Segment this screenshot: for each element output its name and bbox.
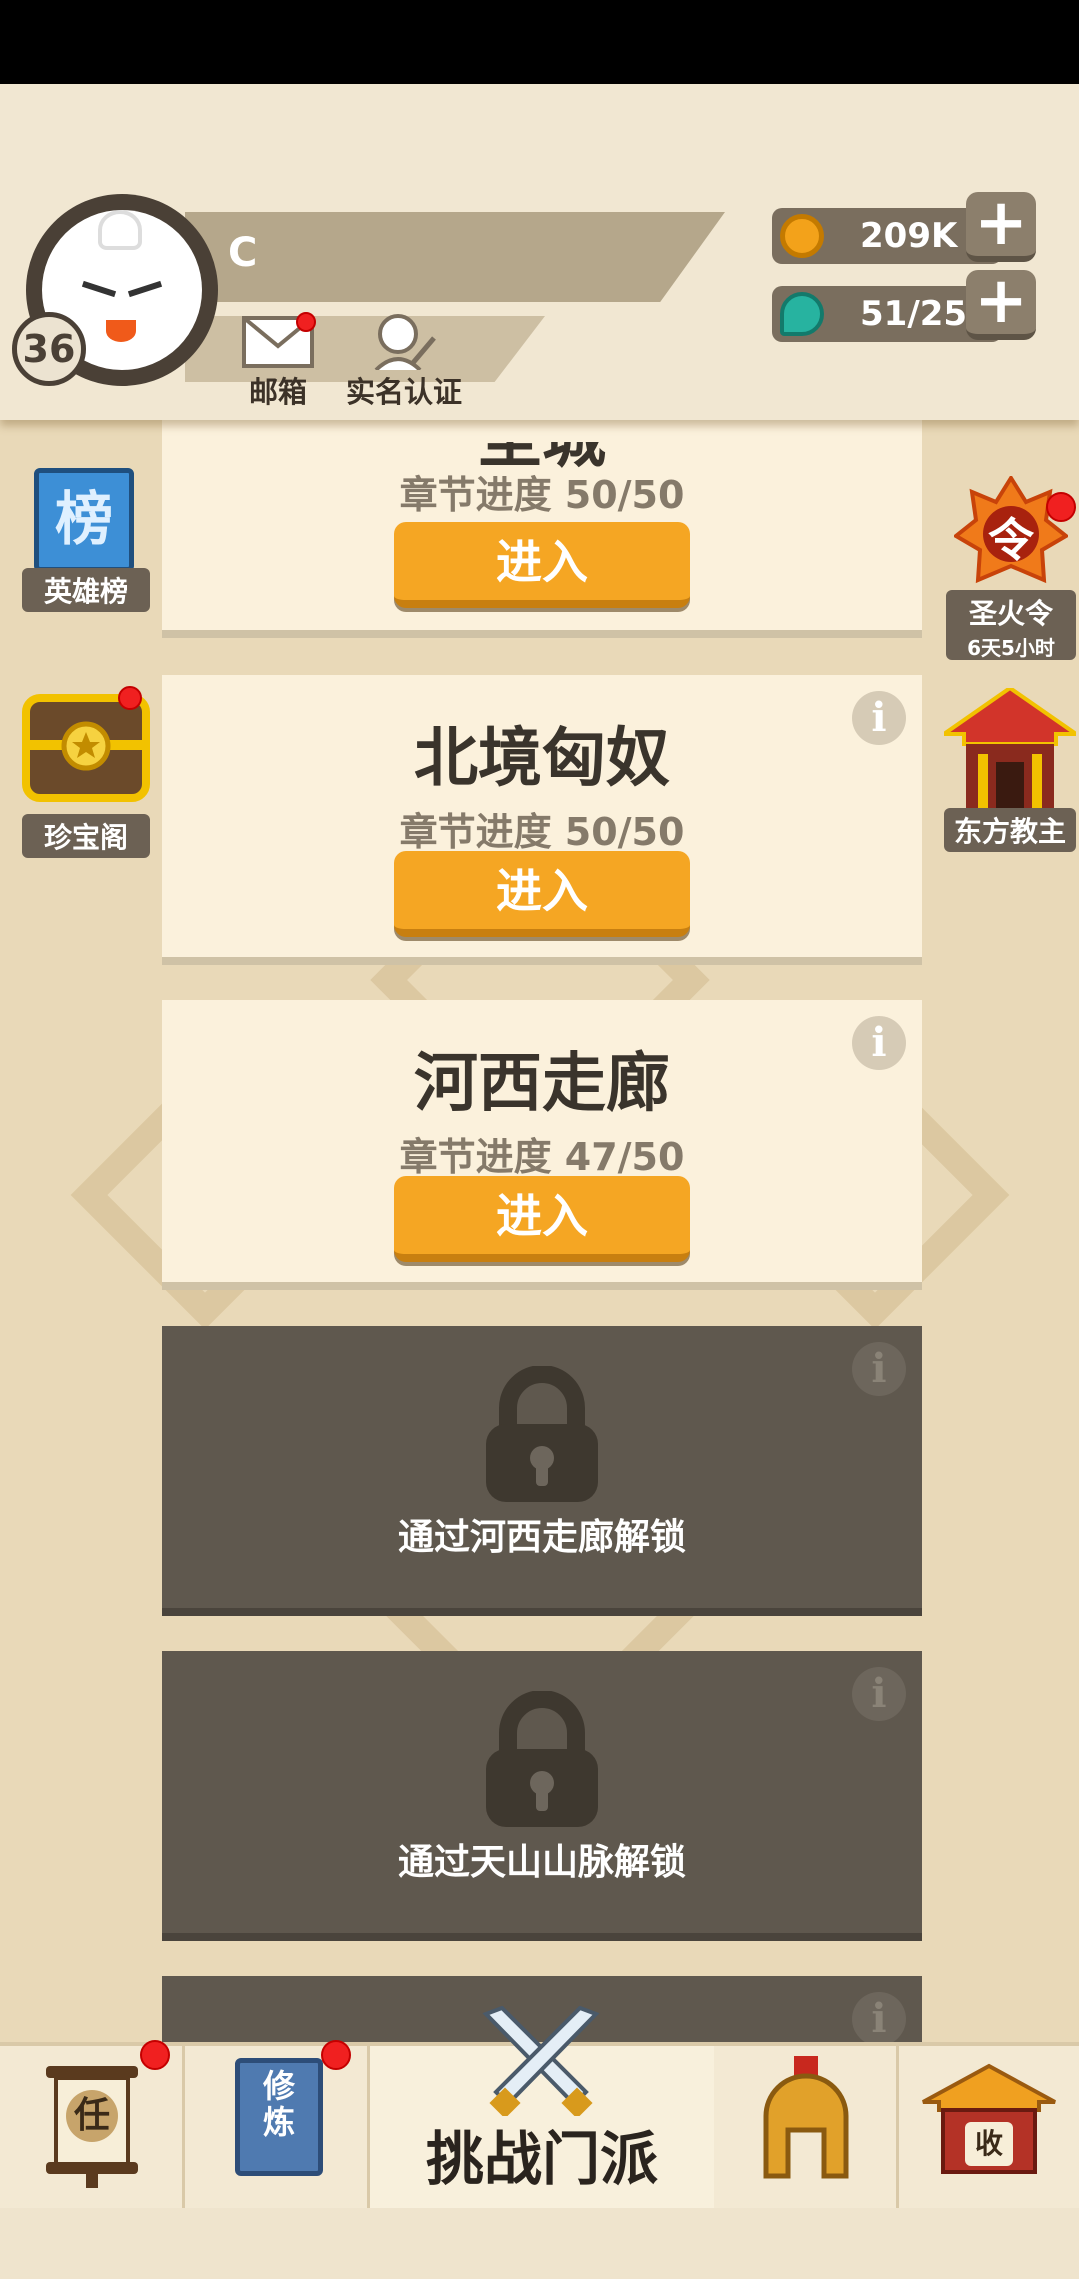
enter-button[interactable]: 进入 — [394, 522, 690, 608]
notification-dot — [118, 686, 142, 710]
player-level-badge: 36 — [12, 312, 86, 386]
add-coins-button[interactable]: + — [966, 191, 1036, 262]
energy-value: 51/25 — [860, 294, 968, 334]
chapter-progress: 章节进度 47/50 — [399, 1135, 685, 1179]
add-energy-button[interactable]: + — [966, 269, 1036, 340]
enter-button[interactable]: 进入 — [394, 1176, 690, 1262]
chapter-card-north-xiongnu: i 北境匈奴 章节进度 50/50 进入 — [162, 675, 922, 957]
nav-equipment[interactable] — [714, 2046, 899, 2208]
holy-fire-order-button[interactable]: 令 圣火令 6天5小时 — [946, 476, 1076, 666]
unlock-requirement: 通过河西走廊解锁 — [397, 1517, 686, 1558]
cultivate-chars: 修炼 — [262, 2067, 295, 2141]
nav-challenge-sect[interactable]: 挑战门派 — [370, 2006, 714, 2208]
crossed-swords-icon — [482, 2006, 600, 2116]
unlock-requirement: 通过天山山脉解锁 — [397, 1842, 686, 1883]
temple-icon — [944, 688, 1076, 808]
collect-char: 收 — [965, 2122, 1013, 2166]
verify-label: 实名认证 — [345, 375, 462, 409]
name-banner — [185, 212, 725, 302]
chapter-title: 河西走廊 — [414, 1047, 670, 1121]
hero-ranking-button[interactable]: 榜 英雄榜 — [22, 468, 150, 618]
status-bar — [0, 0, 1079, 84]
nav-collect[interactable]: 收 — [899, 2046, 1079, 2208]
avatar-eye — [81, 280, 117, 298]
enter-button[interactable]: 进入 — [394, 851, 690, 937]
holy-fire-label: 圣火令 — [968, 597, 1053, 630]
player-name: C — [228, 230, 258, 276]
nav-tasks[interactable]: 任 — [0, 2040, 185, 2208]
avatar-eye — [127, 280, 163, 298]
chapter-title: 北境匈奴 — [414, 722, 670, 796]
coin-icon — [780, 214, 824, 258]
avatar-crest — [98, 210, 142, 250]
chapter-progress: 章节进度 50/50 — [399, 810, 685, 854]
east-leader-button[interactable]: 东方教主 — [944, 688, 1076, 854]
notification-dot — [140, 2040, 170, 2070]
challenge-sect-label: 挑战门派 — [425, 2125, 658, 2193]
player-header: C 36 邮箱 实名认证 209K + 51/25 + — [0, 84, 1079, 420]
holy-fire-timer: 6天5小时 — [967, 636, 1055, 660]
mailbox-label: 邮箱 — [248, 375, 307, 409]
nav-cultivate[interactable]: 修炼 — [185, 2040, 370, 2208]
avatar-beak — [106, 320, 136, 342]
lock-icon — [486, 1366, 598, 1502]
coin-value: 209K — [860, 216, 958, 256]
notification-dot — [296, 312, 316, 332]
chapter-progress: 章节进度 50/50 — [399, 473, 685, 517]
mailbox-button[interactable]: 邮箱 — [236, 312, 320, 411]
energy-drop-icon — [780, 292, 824, 336]
locked-chapter-card: i 通过河西走廊解锁 — [162, 1326, 922, 1608]
order-char: 令 — [988, 513, 1034, 567]
holy-fire-label-box: 圣火令 6天5小时 — [946, 590, 1076, 660]
notification-dot — [1046, 492, 1076, 522]
lock-icon — [486, 1691, 598, 1827]
info-icon[interactable]: i — [852, 1992, 906, 2046]
info-icon[interactable]: i — [852, 1667, 906, 1721]
ranking-banner-icon: 榜 — [34, 468, 134, 572]
system-nav-area — [0, 2208, 1079, 2279]
bottom-navigation: 任 修炼 挑战门派 收 — [0, 2006, 1079, 2208]
person-verify-icon — [374, 314, 436, 372]
hero-ranking-label: 英雄榜 — [22, 568, 150, 612]
task-char: 任 — [66, 2090, 118, 2142]
game-screen: 圣城 章节进度 50/50 进入 i 北境匈奴 章节进度 50/50 进入 i … — [0, 0, 1079, 2279]
east-leader-label: 东方教主 — [944, 808, 1076, 852]
info-icon[interactable]: i — [852, 1342, 906, 1396]
treasure-pavilion-button[interactable]: 珍宝阁 — [22, 686, 150, 860]
notification-dot — [321, 2040, 351, 2070]
locked-chapter-card: i 通过天山山脉解锁 — [162, 1651, 922, 1933]
real-name-verify-button[interactable]: 实名认证 — [336, 312, 472, 411]
chapter-card-hexi-corridor: i 河西走廊 章节进度 47/50 进入 — [162, 1000, 922, 1282]
treasure-pavilion-label: 珍宝阁 — [22, 814, 150, 858]
helmet-icon — [763, 2056, 849, 2179]
